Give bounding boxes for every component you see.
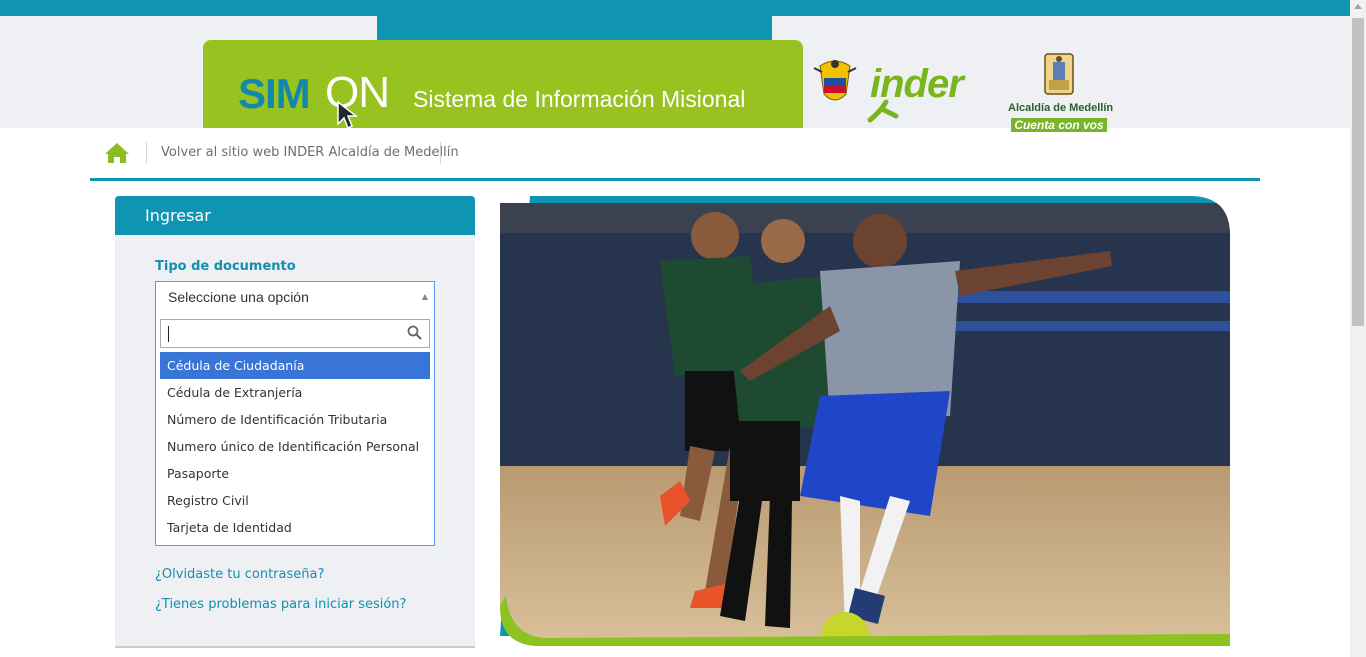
banner-title: Sistema de Información Misional [413, 86, 746, 112]
select-option[interactable]: Cédula de Extranjería [160, 379, 430, 406]
select-search-input[interactable] [160, 319, 430, 348]
hero-photo [500, 196, 1230, 646]
scroll-up-icon[interactable] [1354, 4, 1362, 9]
select-option[interactable]: Número de Identificación Tributaria [160, 406, 430, 433]
login-panel-title: Ingresar [145, 206, 211, 225]
select-option[interactable]: Pasaporte [160, 460, 430, 487]
scrollbar-thumb[interactable] [1352, 18, 1364, 326]
document-type-selected-value[interactable]: Seleccione una opción [168, 289, 309, 305]
nav-divider [146, 142, 147, 164]
nav-divider [440, 142, 441, 164]
text-caret [168, 326, 169, 342]
select-option[interactable]: Registro Civil [160, 487, 430, 514]
document-type-select[interactable]: Seleccione una opción ▲ Cédula de Ciudad… [155, 281, 435, 546]
cursor-icon [337, 100, 359, 130]
breadcrumb-nav: Volver al sitio web INDER Alcaldía de Me… [90, 128, 1260, 181]
login-panel-header: Ingresar [115, 196, 475, 235]
page-scrollbar[interactable] [1350, 0, 1366, 657]
chevron-up-icon[interactable]: ▲ [422, 292, 428, 301]
simon-logo-text: SIM [238, 70, 311, 117]
alcaldia-name: Alcaldía de Medellín [1008, 102, 1114, 114]
alcaldia-crest-icon [1044, 53, 1074, 95]
colombia-shield-icon [813, 60, 857, 101]
select-option[interactable]: Numero único de Identificación Personal [160, 433, 430, 460]
back-to-inder-link[interactable]: Volver al sitio web INDER Alcaldía de Me… [161, 145, 459, 160]
inder-logo: inder [870, 62, 964, 106]
site-header: SIM ON Sistema de Información Misional i… [0, 16, 1350, 132]
futsal-players-image [500, 196, 1230, 646]
select-option[interactable]: Tarjeta de Identidad [160, 514, 430, 541]
login-problems-link[interactable]: ¿Tienes problemas para iniciar sesión? [155, 597, 406, 612]
search-icon [407, 325, 422, 340]
forgot-password-link[interactable]: ¿Olvidaste tu contraseña? [155, 567, 324, 582]
document-type-label: Tipo de documento [155, 259, 296, 274]
alcaldia-logo: Alcaldía de Medellín Cuenta con vos [1008, 52, 1114, 133]
home-icon[interactable] [104, 142, 130, 164]
select-options-list: Cédula de Ciudadanía Cédula de Extranjer… [160, 352, 430, 541]
select-option[interactable]: Cédula de Ciudadanía [160, 352, 430, 379]
top-accent-bar [0, 0, 1350, 16]
